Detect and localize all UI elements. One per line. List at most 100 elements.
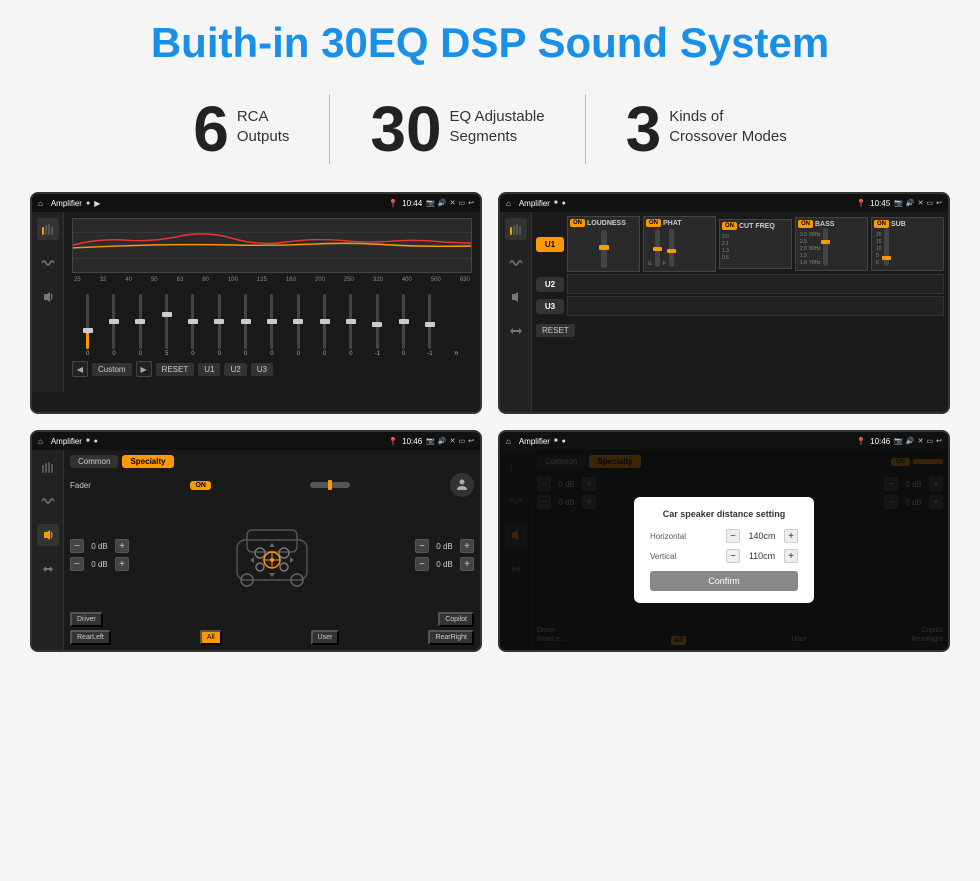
eq-reset-button[interactable]: RESET [156,363,195,376]
screens-grid: ⌂ Amplifier ● ▶ 📍 10:44 📷 🔊 ✕ ▭ ↩ [30,192,950,652]
stat-eq-number: 30 [370,97,441,161]
slider-1[interactable]: 0 [76,294,99,357]
dialog-horizontal-value: 140cm [743,531,781,541]
dlg-rect-icon: ▭ [927,437,934,445]
eq-u2-button[interactable]: U2 [224,363,246,376]
eq-next-button[interactable]: ▶ [136,361,152,377]
slider-10[interactable]: 0 [313,294,336,357]
dlg-home-icon[interactable]: ⌂ [506,437,511,446]
fader-rr-minus[interactable]: − [415,557,429,571]
slider-3[interactable]: 0 [129,294,152,357]
fader-tab-common[interactable]: Common [70,455,118,468]
eq-back-icon[interactable]: ↩ [468,199,474,207]
cv-loudness-panel: ON LOUDNESS [567,216,640,272]
car-diagram-svg [222,515,322,595]
fader-rearright-button[interactable]: RearRight [428,630,474,645]
fader-sidebar-wave-icon[interactable] [37,490,59,512]
fader-h-slider[interactable] [310,482,350,488]
slider-5[interactable]: 0 [181,294,204,357]
fader-volume-icon: 🔊 [438,437,447,445]
eq-sidebar-speaker-icon[interactable] [37,286,59,308]
fader-fl-minus[interactable]: − [70,539,84,553]
slider-14[interactable]: -1 [418,294,441,357]
slider-11[interactable]: 0 [339,294,362,357]
fader-user-button[interactable]: User [311,630,340,645]
cv-home-icon[interactable]: ⌂ [506,199,511,208]
cv-u1-button[interactable]: U1 [536,237,564,252]
eq-u1-button[interactable]: U1 [198,363,220,376]
fader-user-icon[interactable] [450,473,474,497]
fader-car-area: − 0 dB + − 0 dB + [70,501,474,609]
dlg-back-icon[interactable]: ↩ [936,437,942,445]
slider-more[interactable]: » [445,291,468,357]
cv-phat-on[interactable]: ON [646,219,661,227]
fader-rl-plus[interactable]: + [115,557,129,571]
fader-fl-plus[interactable]: + [115,539,129,553]
cv-bass-on[interactable]: ON [798,220,813,228]
fader-on-pill[interactable]: ON [190,481,211,490]
cv-reset-button[interactable]: RESET [536,324,575,337]
dialog-horizontal-minus[interactable]: − [726,529,740,543]
cv-u2-row: U2 [536,274,944,294]
slider-4[interactable]: 5 [155,294,178,357]
fader-all-button[interactable]: All [200,630,222,645]
fader-copilot-button[interactable]: Copilot [438,612,474,627]
eq-sliders-area: 0 0 0 5 0 [72,287,472,357]
cv-cutfreq-on[interactable]: ON [722,222,737,230]
slider-6[interactable]: 0 [208,294,231,357]
fader-fr-minus[interactable]: − [415,539,429,553]
slider-13[interactable]: 0 [392,294,415,357]
cv-sidebar-wave-icon[interactable] [505,252,527,274]
eq-sidebar-wave-icon[interactable] [37,252,59,274]
slider-8[interactable]: 0 [260,294,283,357]
slider-9[interactable]: 0 [287,294,310,357]
cv-sub-on[interactable]: ON [874,220,889,228]
fader-app-name: Amplifier [51,437,82,446]
cv-location-icon: 📍 [856,199,866,208]
cv-u3-button[interactable]: U3 [536,299,564,314]
fader-content: Common Specialty Fader ON [32,450,480,650]
cv-x-icon: ✕ [918,199,924,207]
fader-rr-plus[interactable]: + [460,557,474,571]
fader-driver-button[interactable]: Driver [70,612,103,627]
eq-home-icon[interactable]: ⌂ [38,199,43,208]
crossover-content: U1 ON LOUDNESS [500,212,948,412]
dialog-vertical-plus[interactable]: + [784,549,798,563]
eq-custom-button[interactable]: Custom [92,363,132,376]
fader-tab-specialty[interactable]: Specialty [122,455,173,468]
dialog-horizontal-plus[interactable]: + [784,529,798,543]
fader-fr-plus[interactable]: + [460,539,474,553]
fader-rl-minus[interactable]: − [70,557,84,571]
fader-home-icon[interactable]: ⌂ [38,437,43,446]
eq-status-bar: ⌂ Amplifier ● ▶ 📍 10:44 📷 🔊 ✕ ▭ ↩ [32,194,480,212]
slider-12[interactable]: -1 [366,294,389,357]
stat-crossover-number: 3 [626,97,662,161]
slider-7[interactable]: 0 [234,294,257,357]
cv-sidebar-eq-icon[interactable] [505,218,527,240]
eq-u3-button[interactable]: U3 [251,363,273,376]
cv-back-icon[interactable]: ↩ [936,199,942,207]
stat-rca-text: RCA Outputs [237,97,290,146]
cv-loudness-on[interactable]: ON [570,219,585,227]
eq-screen: ⌂ Amplifier ● ▶ 📍 10:44 📷 🔊 ✕ ▭ ↩ [30,192,482,414]
cv-sidebar-arrows-icon[interactable] [505,320,527,342]
dialog-confirm-button[interactable]: Confirm [650,571,798,591]
fader-back-icon[interactable]: ↩ [468,437,474,445]
fader-sidebar-speaker-icon[interactable] [37,524,59,546]
eq-prev-button[interactable]: ◀ [72,361,88,377]
cv-u2-button[interactable]: U2 [536,277,564,292]
dialog-overlay: Car speaker distance setting Horizontal … [500,450,948,650]
dialog-horizontal-label: Horizontal [650,532,686,541]
fader-rearleft-button[interactable]: RearLeft [70,630,111,645]
eq-sidebar [32,212,64,392]
fader-sidebar-arrows-icon[interactable] [37,558,59,580]
dialog-vertical-minus[interactable]: − [726,549,740,563]
eq-graph [72,218,472,273]
eq-play-icon[interactable]: ▶ [94,199,100,208]
slider-2[interactable]: 0 [102,294,125,357]
eq-sidebar-eq-icon[interactable] [37,218,59,240]
fader-sidebar-eq-icon[interactable] [37,456,59,478]
cv-sidebar-speaker-icon[interactable] [505,286,527,308]
cv-phat-panel: ON PHAT G F [643,216,716,272]
cv-dot1: ■ [554,200,558,206]
